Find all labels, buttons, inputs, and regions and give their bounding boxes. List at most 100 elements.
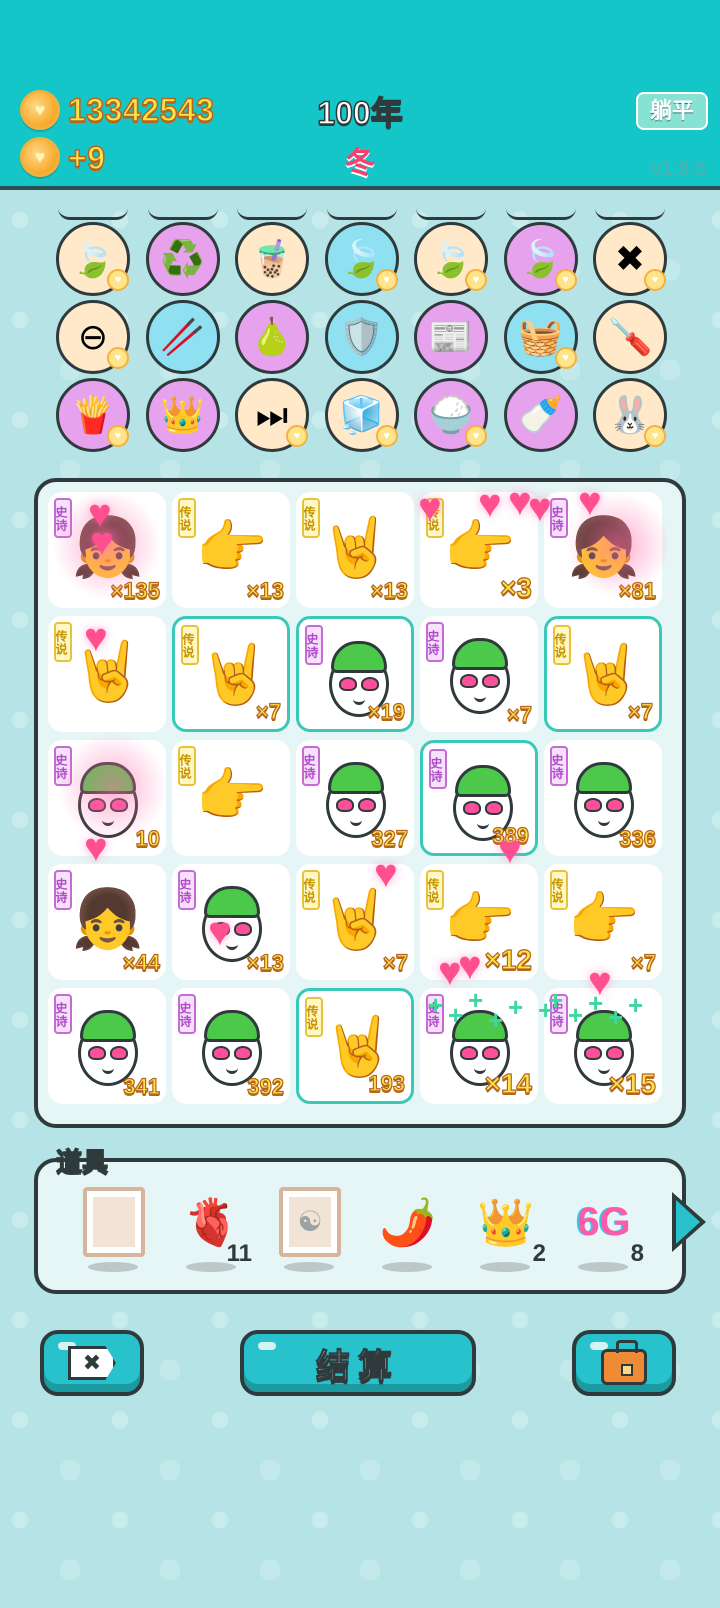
item-slot[interactable]: 6G 8	[564, 1188, 644, 1278]
board-cell[interactable]: 传说 👉	[172, 740, 290, 856]
item-slot[interactable]: 🫀 11	[172, 1188, 252, 1278]
relic-skip[interactable]: ⏭ ♥	[235, 378, 309, 452]
rarity-tag: 史诗	[305, 625, 323, 665]
board-cell[interactable]: 传说 👉 ×12	[420, 864, 538, 980]
delete-icon: ✖	[68, 1346, 116, 1380]
blank-frame-icon	[80, 1187, 148, 1257]
board-cell[interactable]: 史诗 10	[48, 740, 166, 856]
cell-count: 193	[368, 1070, 406, 1096]
board-cell[interactable]: 传说 👉 ×3	[420, 492, 538, 608]
coin-badge-icon: ♥	[465, 269, 487, 291]
board-cell[interactable]: 史诗 👧 ×81	[544, 492, 662, 608]
relic-chopsticks[interactable]: 🥢	[145, 300, 220, 374]
board-cell[interactable]: 史诗 341	[48, 988, 166, 1104]
rock-hand-icon: 🤘	[319, 515, 393, 580]
board-cell[interactable]: 史诗 336	[544, 740, 662, 856]
cell-count: ×12	[484, 943, 533, 975]
relic-crown-card[interactable]: 👑	[145, 378, 220, 452]
board-cell[interactable]: 传说 👉 ×13	[172, 492, 290, 608]
settle-button-label: 结算	[315, 1347, 400, 1386]
cell-count: ×81	[618, 577, 657, 603]
board-cell[interactable]: 传说 👉 ×7	[544, 864, 662, 980]
cell-count: ×15	[608, 1067, 657, 1099]
version-label: v1.9.5	[651, 158, 706, 180]
coin-badge-icon: ♥	[107, 269, 129, 291]
board-cell[interactable]: 传说 🤘	[48, 616, 166, 732]
relic-shield[interactable]: 🛡️	[324, 300, 399, 374]
button-shine	[258, 1342, 276, 1350]
board-cell[interactable]: 史诗 392	[172, 988, 290, 1104]
board-cell[interactable]: 史诗 👧 ×44	[48, 864, 166, 980]
rock-hand-icon: 🤘	[319, 887, 393, 952]
relic-rabbit[interactable]: 🐰 ♥	[593, 378, 667, 452]
fries-icon: 🍟	[70, 394, 116, 435]
delete-tag-icon: ✖	[614, 238, 646, 279]
girl-icon: 👧	[71, 515, 145, 580]
delete-button[interactable]: ✖	[40, 1330, 144, 1396]
backpack-button[interactable]	[572, 1330, 676, 1396]
item-slot[interactable]: ☯	[270, 1187, 350, 1278]
relic-bubble-tea[interactable]: 🧋	[235, 222, 309, 296]
relic-partial	[416, 208, 486, 220]
cell-count: ×13	[370, 577, 409, 603]
item-slot[interactable]	[74, 1187, 154, 1278]
pointing-hand-icon: 👉	[567, 887, 641, 952]
relic-fries[interactable]: 🍟 ♥	[56, 378, 130, 452]
relic-screwdriver[interactable]: 🪛	[593, 300, 667, 374]
relic-partial	[237, 208, 307, 220]
season-label: 冬	[345, 147, 375, 180]
coin-badge-icon: ♥	[554, 269, 577, 291]
relic-leaf[interactable]: 🍃 ♥	[414, 222, 488, 296]
relic-breast-pump[interactable]: 🍼	[503, 378, 578, 452]
cell-count: ×44	[122, 949, 161, 975]
board-cell[interactable]: 史诗 389	[420, 740, 538, 856]
girl-icon: 👧	[567, 515, 641, 580]
relic-rice-bowl[interactable]: 🍚 ♥	[414, 378, 488, 452]
relic-recycle[interactable]: ♻️	[145, 222, 220, 296]
coin-icon	[20, 90, 60, 130]
item-slot[interactable]: 🌶️	[368, 1188, 448, 1278]
settle-button[interactable]: 结算	[240, 1330, 476, 1396]
cell-count: ×7	[630, 949, 656, 975]
relic-minus-circle[interactable]: ⊖ ♥	[56, 300, 130, 374]
relic-fruit-basket[interactable]: 🧺 ♥	[503, 300, 578, 374]
pomelo-icon: 🍐	[249, 316, 295, 357]
coin-badge-icon: ♥	[107, 347, 129, 369]
cell-count: ×13	[246, 949, 285, 975]
board-cell[interactable]: 史诗 ×7	[420, 616, 538, 732]
relic-delete-tag[interactable]: ✖ ♥	[593, 222, 667, 296]
relic-leaf[interactable]: 🍃 ♥	[324, 222, 399, 296]
coin-badge-icon: ♥	[286, 425, 308, 447]
board-cell[interactable]: 传说 🤘 ×7	[296, 864, 414, 980]
fruit-basket-icon: 🧺	[518, 316, 563, 357]
board-cell[interactable]: 史诗 ×19	[296, 616, 414, 732]
board-cell[interactable]: 传说 🤘 ×13	[296, 492, 414, 608]
relic-partial	[147, 208, 218, 220]
board-cell[interactable]: 传说 🤘 ×7	[172, 616, 290, 732]
relic-magazine[interactable]: 📰	[414, 300, 488, 374]
board-cell[interactable]: 史诗 ×13	[172, 864, 290, 980]
crown-icon: 👑	[477, 1196, 535, 1248]
relic-leaf[interactable]: 🍃 ♥	[56, 222, 130, 296]
board-cell[interactable]: 传说 🤘 ×7	[544, 616, 662, 732]
item-slot[interactable]: 👑 2	[466, 1188, 546, 1278]
board-cell[interactable]: 史诗 ×15	[544, 988, 662, 1104]
relic-sugar-cubes[interactable]: 🧊 ♥	[324, 378, 399, 452]
rarity-tag: 史诗	[54, 746, 72, 786]
year-label: 100年	[317, 94, 404, 132]
rarity-tag: 史诗	[178, 994, 196, 1034]
sugar-cubes-icon: 🧊	[339, 394, 384, 435]
lie-flat-button[interactable]: 躺平	[636, 92, 708, 130]
board-cell[interactable]: 史诗 ×14	[420, 988, 538, 1104]
relic-leaf[interactable]: 🍃 ♥	[503, 222, 578, 296]
board-cell[interactable]: 史诗 327	[296, 740, 414, 856]
6g-icon: 6G	[577, 1200, 631, 1244]
scroll-right-arrow-icon[interactable]	[672, 1192, 706, 1252]
rarity-tag: 史诗	[178, 870, 196, 910]
rarity-tag: 史诗	[54, 994, 72, 1034]
board-cell[interactable]: 史诗 👧 ×135	[48, 492, 166, 608]
coin-icon	[20, 137, 60, 177]
board-cell[interactable]: 传说 🤘 193	[296, 988, 414, 1104]
items-panel: 🫀 11 ☯ 🌶️ 👑 2 6G 8	[34, 1158, 706, 1294]
relic-pomelo[interactable]: 🍐	[235, 300, 309, 374]
